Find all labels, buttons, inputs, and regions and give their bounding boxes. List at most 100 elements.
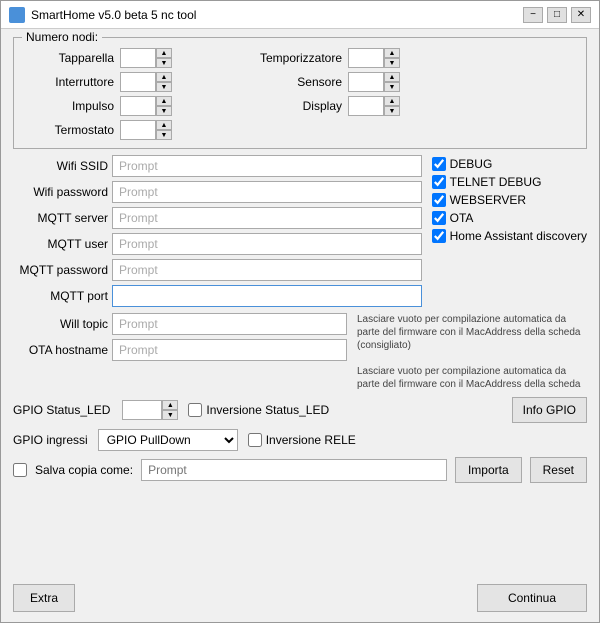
termostato-up[interactable]: ▲ — [156, 120, 172, 130]
numero-nodi-section: Numero nodi: Tapparella 0 ▲ ▼ — [13, 37, 587, 149]
app-icon — [9, 7, 25, 23]
interruttore-down[interactable]: ▼ — [156, 82, 172, 92]
ota-hostname-input[interactable] — [112, 339, 347, 361]
impulso-up[interactable]: ▲ — [156, 96, 172, 106]
form-section: Wifi SSID Wifi password MQTT server MQTT… — [13, 155, 587, 307]
interruttore-spinner: 3 ▲ ▼ — [120, 72, 172, 92]
mqtt-password-input[interactable] — [112, 259, 422, 281]
footer: Extra Continua — [1, 578, 599, 622]
display-input[interactable]: 0 — [348, 96, 384, 116]
termostato-input[interactable]: 1 — [120, 120, 156, 140]
sensore-input[interactable]: 0 — [348, 72, 384, 92]
telnet-debug-checkbox[interactable] — [432, 175, 446, 189]
sensore-down[interactable]: ▼ — [384, 82, 400, 92]
sensore-spinner: 0 ▲ ▼ — [348, 72, 400, 92]
gpio-status-led-input[interactable]: 16 — [122, 400, 162, 420]
sensore-spin-btns: ▲ ▼ — [384, 72, 400, 92]
mqtt-password-label: MQTT password — [13, 263, 108, 277]
wifi-ssid-input[interactable] — [112, 155, 422, 177]
mqtt-user-input[interactable] — [112, 233, 422, 255]
webserver-label: WEBSERVER — [450, 193, 526, 207]
tapparella-spin-btns: ▲ ▼ — [156, 48, 172, 68]
telnet-debug-label: TELNET DEBUG — [450, 175, 542, 189]
mqtt-user-row: MQTT user — [13, 233, 422, 255]
debug-checkbox[interactable] — [432, 157, 446, 171]
ota-checkbox[interactable] — [432, 211, 446, 225]
extra-button[interactable]: Extra — [13, 584, 75, 612]
minimize-button[interactable]: − — [523, 7, 543, 23]
nodi-right-col: Temporizzatore 0 ▲ ▼ Sensore 0 — [232, 48, 400, 140]
mqtt-server-label: MQTT server — [13, 211, 108, 225]
home-assistant-checkbox[interactable] — [432, 229, 446, 243]
debug-check-row: DEBUG — [432, 157, 587, 171]
ota-note: Lasciare vuoto per compilazione automati… — [357, 366, 580, 390]
gpio-ingressi-select[interactable]: GPIO PullDown GPIO PullUp — [98, 429, 238, 451]
nodi-row-impulso: Impulso 0 ▲ ▼ — [24, 96, 172, 116]
maximize-button[interactable]: □ — [547, 7, 567, 23]
mqtt-port-input[interactable] — [112, 285, 422, 307]
termostato-spinner: 1 ▲ ▼ — [120, 120, 172, 140]
ota-hostname-label: OTA hostname — [13, 343, 108, 357]
info-gpio-button[interactable]: Info GPIO — [512, 397, 587, 423]
display-up[interactable]: ▲ — [384, 96, 400, 106]
tapparella-input[interactable]: 0 — [120, 48, 156, 68]
nodi-row-termostato: Termostato 1 ▲ ▼ — [24, 120, 172, 140]
sensore-up[interactable]: ▲ — [384, 72, 400, 82]
save-row: Salva copia come: Importa Reset — [13, 457, 587, 483]
mqtt-server-input[interactable] — [112, 207, 422, 229]
interruttore-spin-btns: ▲ ▼ — [156, 72, 172, 92]
will-right: Lasciare vuoto per compilazione automati… — [357, 313, 587, 391]
temporizzatore-down[interactable]: ▼ — [384, 58, 400, 68]
gpio-status-led-up[interactable]: ▲ — [162, 400, 178, 410]
impulso-input[interactable]: 0 — [120, 96, 156, 116]
temporizzatore-label: Temporizzatore — [232, 51, 342, 65]
termostato-label: Termostato — [24, 123, 114, 137]
impulso-down[interactable]: ▼ — [156, 106, 172, 116]
ota-hostname-row: OTA hostname — [13, 339, 347, 361]
close-button[interactable]: ✕ — [571, 7, 591, 23]
main-content: Numero nodi: Tapparella 0 ▲ ▼ — [1, 29, 599, 578]
display-spinner: 0 ▲ ▼ — [348, 96, 400, 116]
temporizzatore-up[interactable]: ▲ — [384, 48, 400, 58]
title-bar-controls: − □ ✕ — [523, 7, 591, 23]
inversione-status-led-row: Inversione Status_LED — [188, 403, 329, 417]
wifi-password-input[interactable] — [112, 181, 422, 203]
form-right: DEBUG TELNET DEBUG WEBSERVER OTA Home As… — [432, 155, 587, 307]
will-left: Will topic OTA hostname — [13, 313, 347, 391]
temporizzatore-input[interactable]: 0 — [348, 48, 384, 68]
gpio-ingressi-label: GPIO ingressi — [13, 433, 88, 447]
gpio-status-led-spinner: 16 ▲ ▼ — [122, 400, 178, 420]
title-bar: SmartHome v5.0 beta 5 nc tool − □ ✕ — [1, 1, 599, 29]
webserver-checkbox[interactable] — [432, 193, 446, 207]
temporizzatore-spin-btns: ▲ ▼ — [384, 48, 400, 68]
impulso-spinner: 0 ▲ ▼ — [120, 96, 172, 116]
impulso-spin-btns: ▲ ▼ — [156, 96, 172, 116]
interruttore-up[interactable]: ▲ — [156, 72, 172, 82]
termostato-down[interactable]: ▼ — [156, 130, 172, 140]
inversione-rele-row: Inversione RELE — [248, 433, 356, 447]
gpio-status-led-down[interactable]: ▼ — [162, 410, 178, 420]
tapparella-up[interactable]: ▲ — [156, 48, 172, 58]
reset-button[interactable]: Reset — [530, 457, 587, 483]
webserver-check-row: WEBSERVER — [432, 193, 587, 207]
ota-label: OTA — [450, 211, 474, 225]
inversione-rele-checkbox[interactable] — [248, 433, 262, 447]
save-copy-input[interactable] — [141, 459, 447, 481]
mqtt-server-row: MQTT server — [13, 207, 422, 229]
home-assistant-label: Home Assistant discovery — [450, 229, 587, 243]
interruttore-input[interactable]: 3 — [120, 72, 156, 92]
tapparella-down[interactable]: ▼ — [156, 58, 172, 68]
will-note: Lasciare vuoto per compilazione automati… — [357, 314, 580, 351]
mqtt-password-row: MQTT password — [13, 259, 422, 281]
gpio-ingressi-row: GPIO ingressi GPIO PullDown GPIO PullUp … — [13, 429, 587, 451]
main-window: SmartHome v5.0 beta 5 nc tool − □ ✕ Nume… — [0, 0, 600, 623]
ota-check-row: OTA — [432, 211, 587, 225]
display-down[interactable]: ▼ — [384, 106, 400, 116]
continua-button[interactable]: Continua — [477, 584, 587, 612]
tapparella-spinner: 0 ▲ ▼ — [120, 48, 172, 68]
will-section: Will topic OTA hostname Lasciare vuoto p… — [13, 313, 587, 391]
inversione-status-led-checkbox[interactable] — [188, 403, 202, 417]
import-button[interactable]: Importa — [455, 457, 522, 483]
save-checkbox[interactable] — [13, 463, 27, 477]
will-topic-input[interactable] — [112, 313, 347, 335]
